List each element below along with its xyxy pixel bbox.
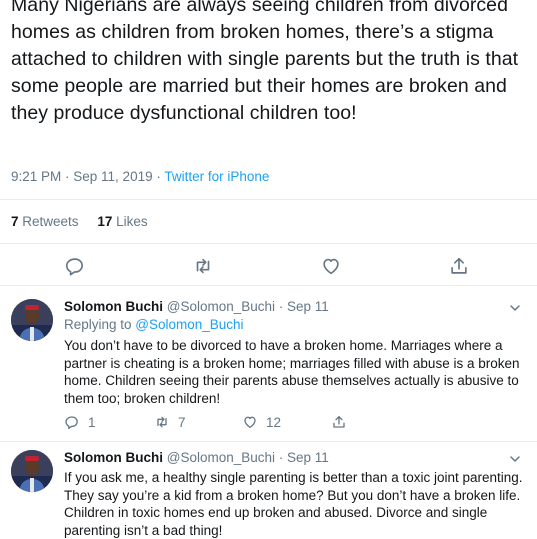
reply-count: 1 [88,414,96,430]
tweet-text: Many Nigerians are always seeing childre… [11,0,519,124]
likes-stat[interactable]: 17 Likes [97,214,147,229]
reply-text: If you ask me, a healthy single parentin… [64,470,523,538]
reply-date[interactable]: Sep 11 [287,299,329,314]
reply-actions: 1 7 12 [64,414,364,434]
divider [0,243,537,244]
replying-to-handle[interactable]: @Solomon_Buchi [135,317,243,332]
reply-header: Solomon Buchi @Solomon_Buchi · Sep 11 [64,299,329,314]
tweet-stats: 7 Retweets 17 Likes [11,214,163,229]
heart-icon [244,416,256,428]
divider [0,285,537,286]
divider [0,441,537,442]
author-name[interactable]: Solomon Buchi [64,450,163,465]
tweet-timestamp: 9:21 PM · Sep 11, 2019 · Twitter for iPh… [11,169,269,184]
author-handle[interactable]: @Solomon_Buchi [167,299,275,314]
replying-label: Replying to [64,317,136,332]
tweet-actions [0,250,537,282]
avatar[interactable] [11,450,53,492]
author-handle[interactable]: @Solomon_Buchi [167,450,275,465]
retweet-icon [157,416,167,428]
heart-icon[interactable] [320,255,342,277]
likes-label: Likes [116,214,148,229]
retweet-action[interactable]: 7 [154,414,186,430]
tweet-time[interactable]: 9:21 PM · Sep 11, 2019 · [11,169,164,184]
retweets-stat[interactable]: 7 Retweets [11,214,79,229]
avatar[interactable] [11,299,53,341]
retweets-label: Retweets [22,214,79,229]
retweets-count: 7 [11,214,19,229]
likes-count: 17 [97,214,113,229]
reply-icon [65,416,78,429]
retweet-icon[interactable] [192,255,214,277]
retweet-count: 7 [178,414,186,430]
share-action[interactable] [331,414,347,430]
separator: · [275,299,288,314]
like-count: 12 [266,414,282,430]
reply-text: You don’t have to be divorced to have a … [64,338,520,406]
reply-action[interactable]: 1 [64,414,96,430]
tweet-source-link[interactable]: Twitter for iPhone [164,169,269,184]
like-action[interactable]: 12 [242,414,281,430]
reply-date[interactable]: Sep 11 [287,450,329,465]
reply-icon[interactable] [64,255,86,277]
share-icon [333,416,345,428]
chevron-down-icon[interactable] [509,301,521,313]
author-name[interactable]: Solomon Buchi [64,299,163,314]
chevron-down-icon[interactable] [509,452,521,464]
replying-to: Replying to @Solomon_Buchi [64,317,244,332]
divider [0,199,537,200]
separator: · [275,450,288,465]
share-icon[interactable] [448,255,470,277]
reply-header: Solomon Buchi @Solomon_Buchi · Sep 11 [64,450,329,465]
